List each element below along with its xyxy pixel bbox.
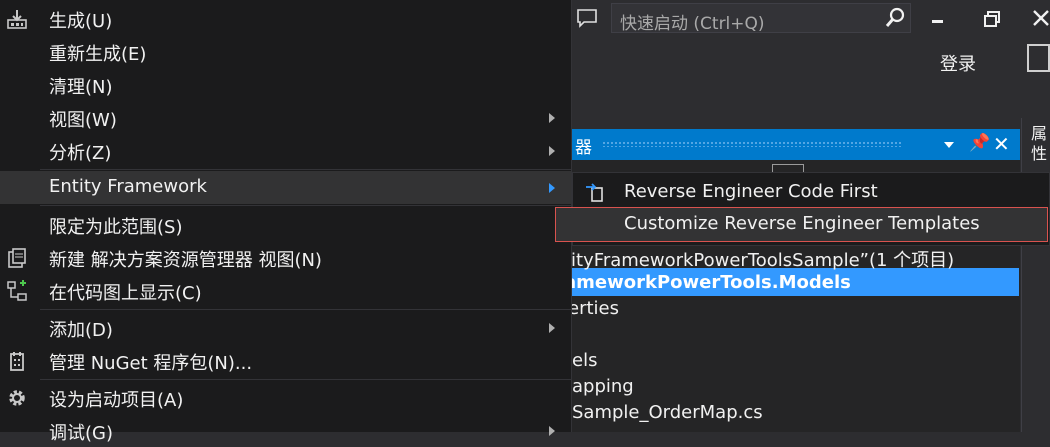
menu-label: 生成(U)	[49, 11, 113, 32]
menu-item-startup[interactable]: 设为启动项目(A)	[0, 381, 571, 414]
menu-label: 分析(Z)	[49, 143, 112, 164]
submenu-arrow-icon	[549, 323, 555, 333]
account-avatar-icon[interactable]	[1027, 44, 1050, 72]
login-link[interactable]: 登录	[940, 50, 976, 76]
menu-item-build[interactable]: 生成(U)	[0, 2, 571, 35]
quick-launch-placeholder: 快速启动 (Ctrl+Q)	[620, 14, 765, 34]
right-tab-strip	[1021, 118, 1050, 432]
tree-item-mapping[interactable]: apping	[572, 376, 634, 397]
tree-item-file[interactable]: Sample_OrderMap.cs	[572, 402, 763, 423]
menu-label: Reverse Engineer Code First	[624, 181, 878, 202]
menu-label: 限定为此范围(S)	[49, 217, 183, 238]
menu-label: 在代码图上显示(C)	[49, 283, 202, 304]
menu-item-scope[interactable]: 限定为此范围(S)	[0, 208, 571, 241]
menu-item-add[interactable]: 添加(D)	[0, 311, 571, 344]
submenu-item-reverse-engineer[interactable]: Reverse Engineer Code First	[573, 175, 1049, 208]
header-grip	[602, 141, 902, 147]
menu-item-rebuild[interactable]: 重新生成(E)	[0, 35, 571, 68]
restore-icon[interactable]	[983, 10, 1001, 28]
menu-label: 调试(G)	[49, 423, 113, 444]
menu-label: 设为启动项目(A)	[49, 390, 184, 411]
solution-explorer-title: 器	[575, 138, 592, 158]
tree-item-solution[interactable]: tityFrameworkPowerToolsSample”(1 个项目)	[564, 246, 954, 272]
menu-item-nuget[interactable]: 管理 NuGet 程序包(N)...	[0, 344, 571, 377]
submenu-arrow-icon	[549, 426, 555, 436]
submenu-item-customize-templates[interactable]: Customize Reverse Engineer Templates	[555, 207, 1048, 242]
menu-item-code-map[interactable]: 在代码图上显示(C)	[0, 274, 571, 307]
menu-separator	[40, 169, 571, 170]
panel-close-icon[interactable]: ✕	[993, 132, 1010, 156]
tree-item-project[interactable]: ameworkPowerTools.Models	[564, 272, 851, 293]
tree-item-models[interactable]: els	[572, 350, 597, 371]
menu-label: Customize Reverse Engineer Templates	[624, 213, 980, 234]
menu-item-new-view[interactable]: 新建 解决方案资源管理器 视图(N)	[0, 241, 571, 274]
menu-label: 视图(W)	[49, 110, 117, 131]
tree-item-properties[interactable]: erties	[568, 298, 619, 319]
menu-label: 清理(N)	[49, 77, 113, 98]
new-view-icon	[8, 248, 26, 268]
build-icon	[7, 10, 27, 29]
code-map-icon	[7, 280, 27, 301]
menu-separator	[40, 205, 571, 206]
reverse-engineer-icon	[586, 183, 603, 202]
gear-icon	[9, 390, 25, 406]
close-icon[interactable]	[1032, 8, 1050, 28]
menu-item-view[interactable]: 视图(W)	[0, 101, 571, 134]
menu-item-debug[interactable]: 调试(G)	[0, 414, 571, 447]
context-menu: 生成(U) 重新生成(E) 清理(N) 视图(W) 分析(Z) Entity F…	[0, 0, 572, 444]
menu-item-analyze[interactable]: 分析(Z)	[0, 134, 571, 167]
quick-launch-input[interactable]: 快速启动 (Ctrl+Q)	[611, 3, 911, 34]
menu-label: Entity Framework	[49, 176, 207, 197]
menu-label: 添加(D)	[49, 320, 113, 341]
submenu-arrow-icon	[549, 183, 555, 193]
submenu-arrow-icon	[549, 113, 555, 123]
menu-label: 重新生成(E)	[49, 44, 147, 65]
search-icon[interactable]	[884, 7, 906, 29]
menu-label: 管理 NuGet 程序包(N)...	[49, 353, 253, 374]
menu-item-entity-framework[interactable]: Entity Framework	[0, 171, 571, 204]
minimize-icon[interactable]	[930, 12, 946, 24]
solution-explorer-header: 器 📌 ✕	[572, 129, 1020, 160]
pin-icon[interactable]: 📌	[969, 133, 990, 153]
menu-separator	[40, 379, 571, 380]
submenu-arrow-icon	[549, 146, 555, 156]
properties-tab[interactable]: 属性	[1031, 124, 1049, 164]
menu-separator	[40, 309, 571, 310]
feedback-icon[interactable]	[576, 7, 598, 29]
nuget-icon	[10, 352, 24, 371]
menu-label: 新建 解决方案资源管理器 视图(N)	[49, 250, 322, 271]
menu-item-clean[interactable]: 清理(N)	[0, 68, 571, 101]
window-options-icon[interactable]	[944, 142, 954, 148]
